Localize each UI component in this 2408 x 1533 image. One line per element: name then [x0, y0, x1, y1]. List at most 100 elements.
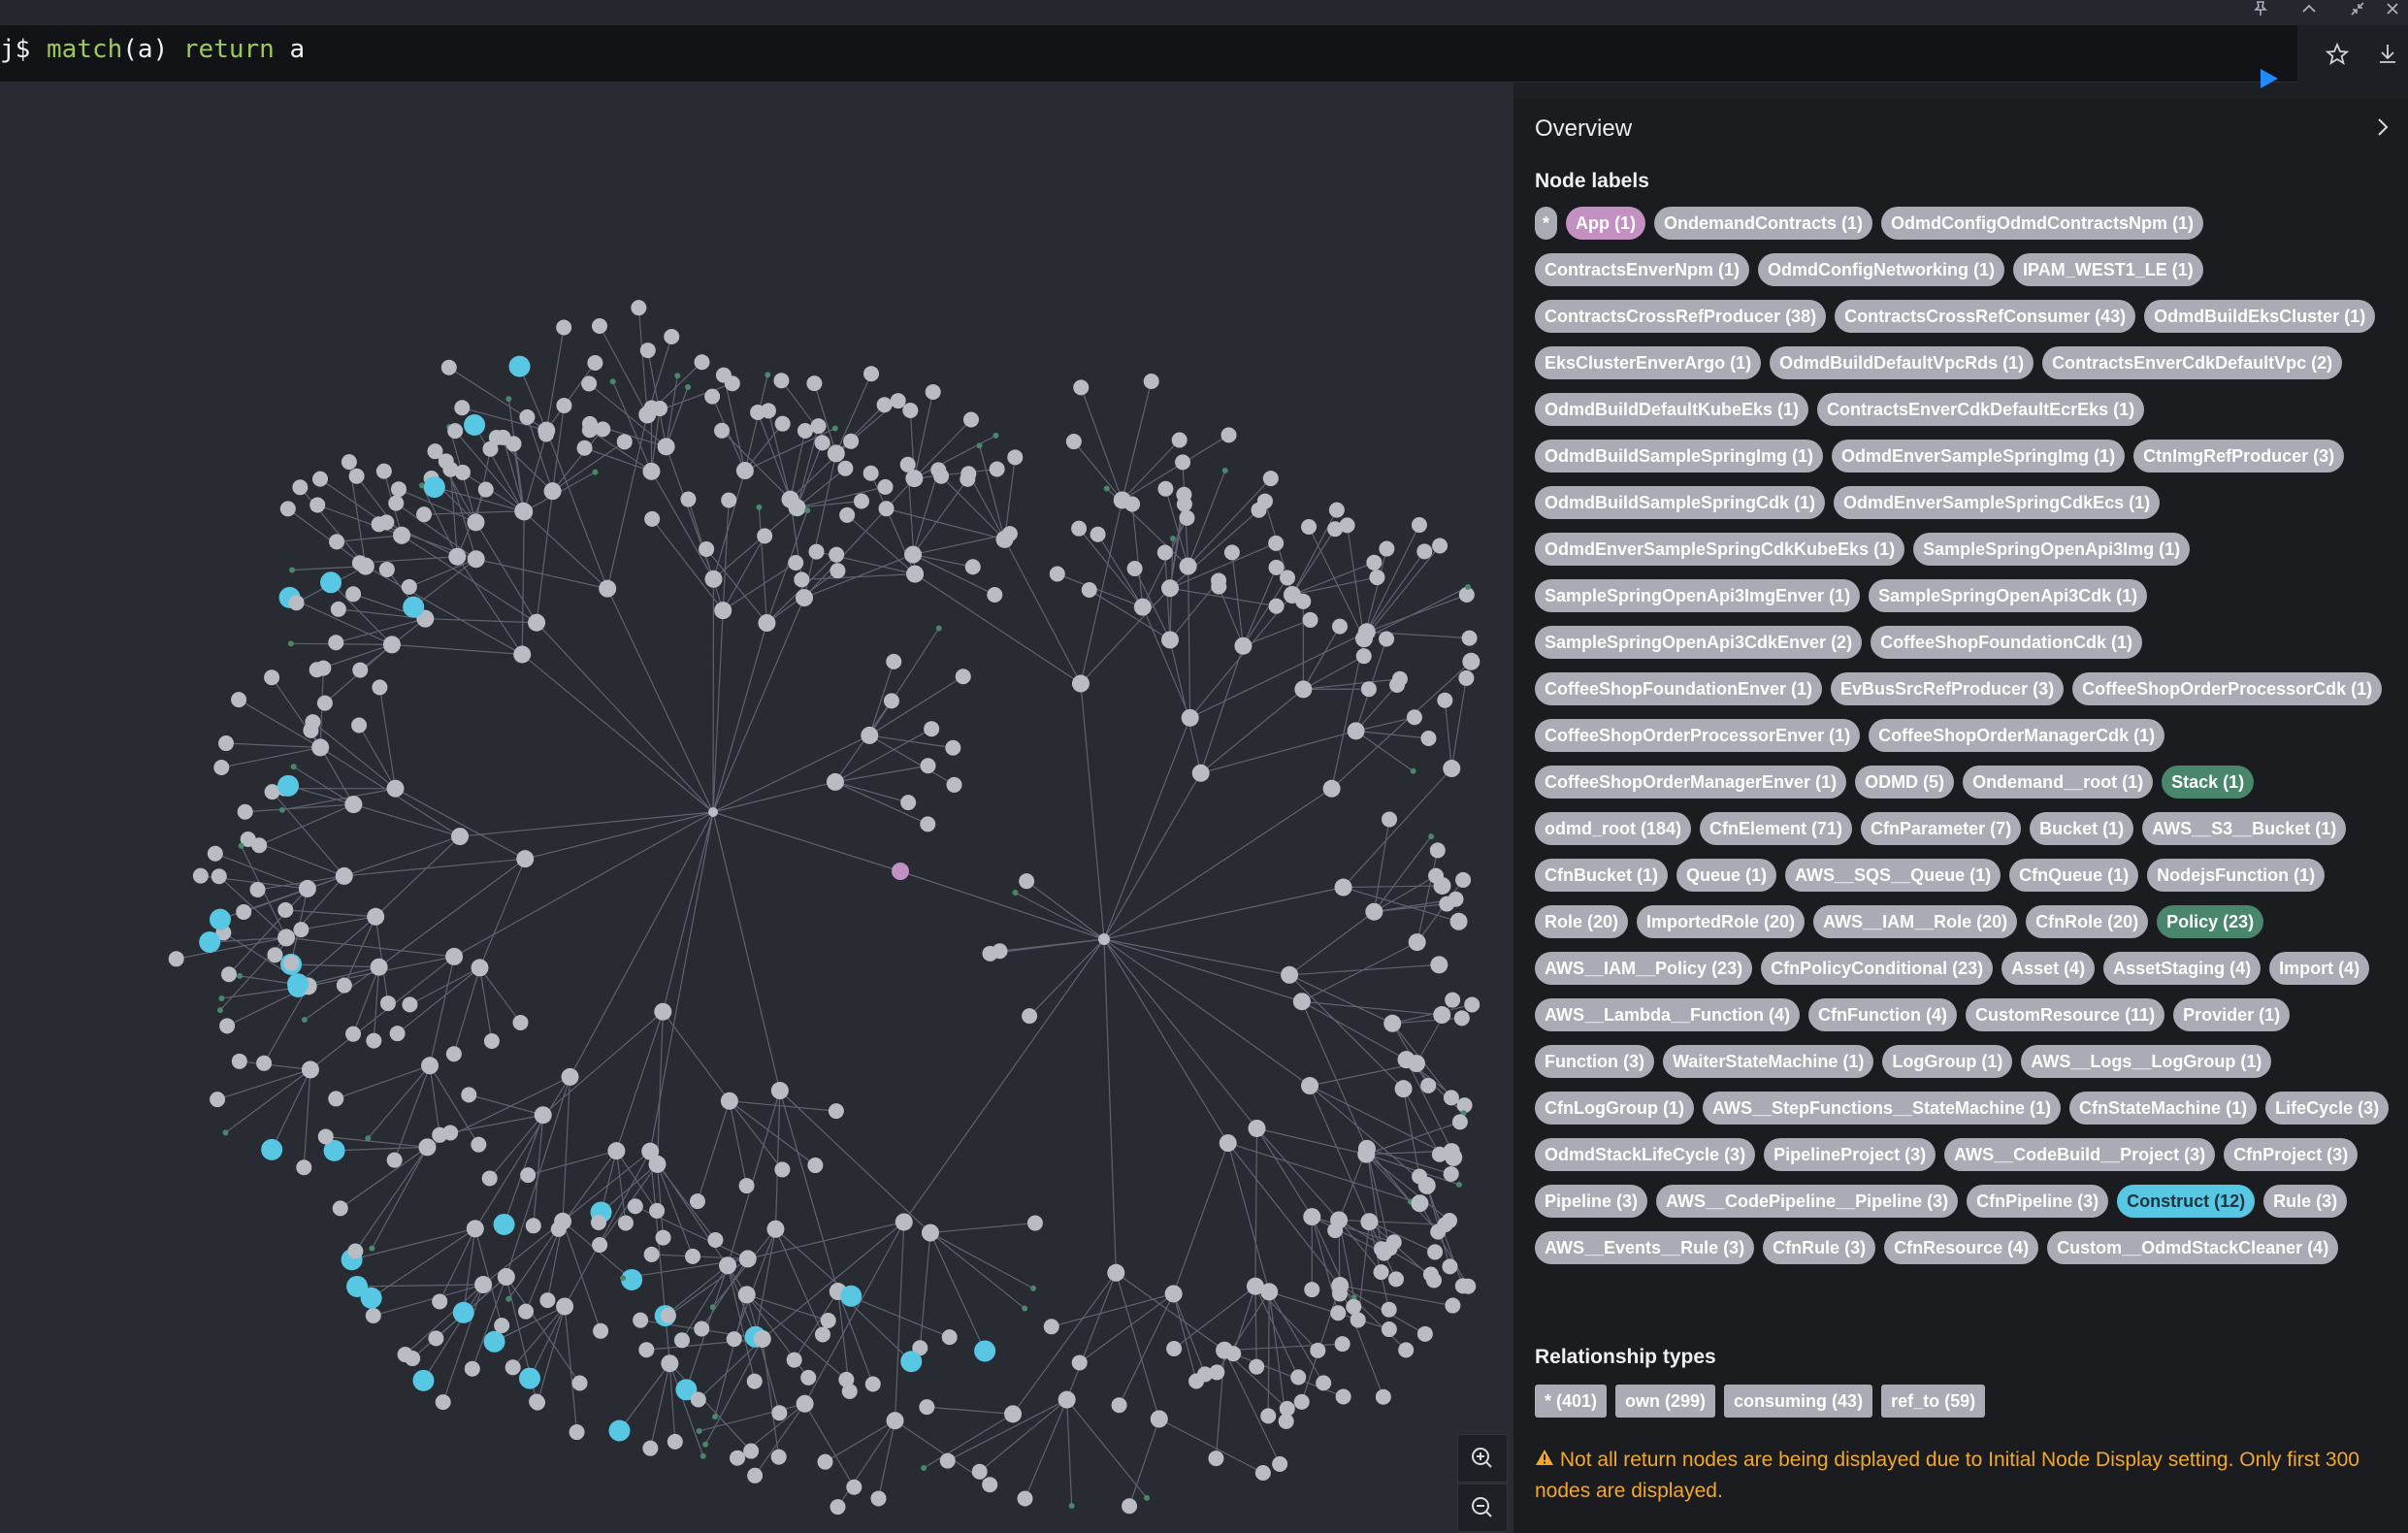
graph-node[interactable] — [1294, 680, 1313, 699]
graph-node[interactable] — [213, 760, 230, 776]
graph-node[interactable] — [946, 776, 962, 793]
graph-node[interactable] — [1382, 811, 1398, 828]
node-label-pill[interactable]: CoffeeShopOrderManagerEnver (1) — [1535, 766, 1847, 799]
graph-node[interactable] — [1171, 432, 1188, 448]
graph-node[interactable] — [757, 528, 773, 544]
graph-node[interactable] — [1098, 933, 1110, 945]
policy-node[interactable] — [1428, 833, 1435, 840]
graph-node[interactable] — [1301, 1077, 1319, 1095]
policy-node[interactable] — [1410, 767, 1416, 774]
graph-node[interactable] — [1133, 598, 1152, 616]
node-label-pill[interactable]: CfnFunction (4) — [1808, 998, 1958, 1031]
node-label-pill[interactable]: CfnBucket (1) — [1535, 859, 1669, 892]
graph-node[interactable] — [329, 534, 345, 550]
graph-node[interactable] — [708, 807, 718, 817]
construct-node[interactable] — [199, 930, 221, 953]
graph-node[interactable] — [256, 1055, 273, 1071]
construct-node[interactable] — [900, 1351, 923, 1373]
graph-node[interactable] — [657, 438, 675, 456]
favorite-button[interactable] — [2315, 25, 2359, 82]
relationship-type-chip[interactable]: * (401) — [1535, 1385, 1608, 1418]
graph-node[interactable] — [483, 1033, 500, 1050]
graph-node[interactable] — [1443, 760, 1461, 778]
graph-node[interactable] — [1365, 902, 1383, 921]
graph-node[interactable] — [292, 479, 309, 496]
node-label-pill[interactable]: OdmdStackLifeCycle (3) — [1535, 1138, 1756, 1171]
download-button[interactable] — [2367, 25, 2408, 82]
graph-node[interactable] — [504, 1359, 521, 1376]
graph-node[interactable] — [1331, 1277, 1350, 1295]
graph-node[interactable] — [309, 497, 326, 513]
graph-node[interactable] — [939, 1452, 956, 1469]
graph-node[interactable] — [581, 375, 598, 392]
relationship-type-chip[interactable]: consuming (43) — [1724, 1385, 1873, 1418]
node-label-pill[interactable]: Function (3) — [1535, 1045, 1654, 1078]
graph-node[interactable] — [393, 526, 411, 544]
graph-node[interactable] — [1301, 518, 1318, 535]
graph-node[interactable] — [1429, 842, 1446, 859]
graph-node[interactable] — [627, 1198, 643, 1215]
policy-node[interactable] — [1022, 1305, 1028, 1312]
graph-node[interactable] — [1322, 779, 1341, 798]
graph-node[interactable] — [312, 471, 329, 487]
construct-node[interactable] — [840, 1285, 862, 1307]
graph-node[interactable] — [753, 1329, 771, 1348]
policy-node[interactable] — [709, 1304, 716, 1311]
graph-node[interactable] — [1262, 471, 1279, 487]
graph-node[interactable] — [808, 543, 825, 560]
graph-node[interactable] — [335, 866, 353, 885]
graph-node[interactable] — [571, 1375, 588, 1391]
node-label-pill[interactable]: Custom__OdmdStackCleaner (4) — [2047, 1231, 2339, 1264]
node-label-pill[interactable]: AWS__IAM__Role (20) — [1813, 905, 2018, 938]
graph-node[interactable] — [454, 400, 471, 416]
node-label-pill[interactable]: ContractsEnverCdkDefaultEcrEks (1) — [1817, 393, 2145, 426]
policy-node[interactable] — [1221, 467, 1228, 473]
graph-node[interactable] — [1026, 1215, 1043, 1231]
graph-node[interactable] — [1211, 578, 1227, 595]
graph-node[interactable] — [218, 735, 235, 752]
policy-node[interactable] — [289, 567, 296, 573]
graph-node[interactable] — [899, 456, 916, 473]
graph-node[interactable] — [1043, 1319, 1059, 1335]
graph-node[interactable] — [1219, 1134, 1237, 1153]
policy-node[interactable] — [1144, 1494, 1151, 1501]
graph-node[interactable] — [1156, 544, 1173, 561]
graph-node[interactable] — [820, 1313, 836, 1329]
node-label-pill[interactable]: AWS__Events__Rule (3) — [1535, 1231, 1755, 1264]
policy-node[interactable] — [287, 640, 294, 647]
graph-node[interactable] — [660, 1307, 676, 1323]
graph-node[interactable] — [746, 1373, 763, 1389]
graph-node[interactable] — [673, 1332, 690, 1349]
construct-node[interactable] — [360, 1287, 382, 1309]
graph-node[interactable] — [945, 739, 961, 756]
graph-node[interactable] — [886, 653, 902, 669]
graph-node[interactable] — [829, 546, 845, 563]
graph-node[interactable] — [298, 879, 316, 897]
graph-node[interactable] — [1453, 1010, 1470, 1027]
policy-node[interactable] — [712, 1414, 719, 1420]
policy-node[interactable] — [1030, 1285, 1037, 1291]
graph-node[interactable] — [664, 328, 680, 344]
graph-node[interactable] — [1179, 557, 1197, 575]
graph-node[interactable] — [168, 951, 184, 967]
graph-node[interactable] — [773, 373, 790, 389]
graph-node[interactable] — [639, 342, 656, 359]
graph-node[interactable] — [1268, 535, 1285, 551]
graph-node[interactable] — [933, 468, 950, 484]
graph-node[interactable] — [1071, 1354, 1088, 1371]
graph-node[interactable] — [348, 468, 365, 484]
graph-node[interactable] — [1019, 873, 1035, 890]
graph-node[interactable] — [529, 1393, 545, 1410]
graph-node[interactable] — [1417, 1176, 1436, 1194]
node-label-pill[interactable]: CfnStateMachine (1) — [2069, 1092, 2258, 1125]
graph-node[interactable] — [311, 738, 330, 757]
graph-node[interactable] — [556, 1297, 574, 1316]
node-label-pill[interactable]: CfnRole (20) — [2026, 905, 2149, 938]
graph-node[interactable] — [1375, 1388, 1391, 1405]
graph-node[interactable] — [231, 1053, 247, 1069]
node-label-pill[interactable]: IPAM_WEST1_LE (1) — [2013, 253, 2203, 286]
node-label-pill[interactable]: ContractsCrossRefProducer (38) — [1535, 300, 1827, 333]
graph-node[interactable] — [207, 845, 223, 862]
graph-node[interactable] — [277, 901, 294, 918]
graph-node[interactable] — [1443, 1143, 1459, 1159]
